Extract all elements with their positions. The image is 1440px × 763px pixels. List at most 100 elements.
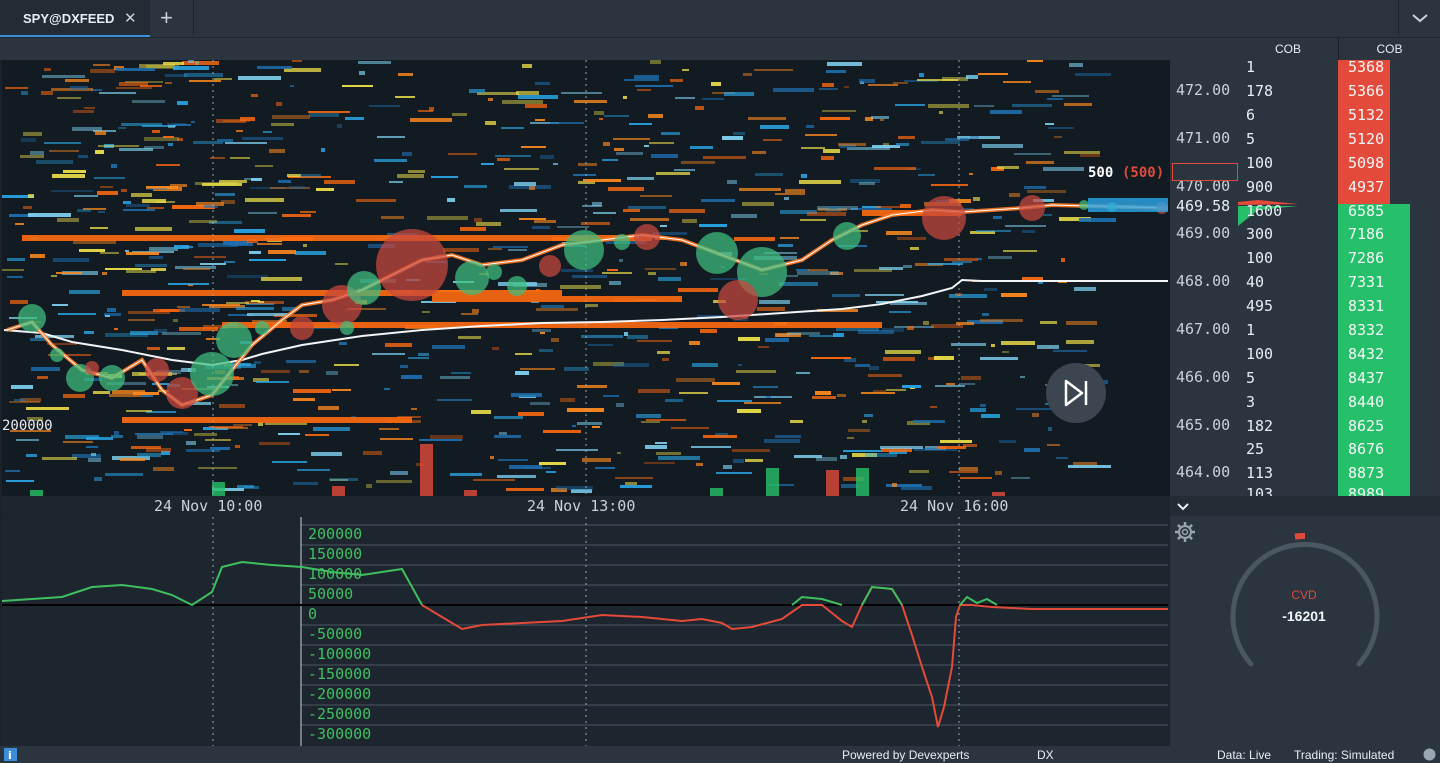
heatmap-cell — [1075, 73, 1111, 76]
heatmap-cell — [2, 269, 24, 271]
order-book[interactable]: COB COB 1 5368 178 5366 6 5132 5 5120 10… — [1238, 38, 1440, 496]
book-qty[interactable]: 1 — [1246, 321, 1255, 339]
heatmap-cell — [864, 414, 873, 417]
heatmap-cell — [946, 383, 955, 385]
heatmap-cell — [636, 414, 661, 418]
heatmap-cell — [384, 388, 390, 390]
heatmap-cell — [1024, 186, 1046, 189]
heatmap-cell — [93, 64, 110, 66]
price-axis[interactable]: 472.00 471.00 470.00 469.00 468.00 467.0… — [1170, 60, 1238, 496]
heatmap-cell — [1012, 104, 1052, 107]
play-to-end-button[interactable] — [1046, 363, 1106, 423]
gear-icon[interactable] — [1174, 521, 1196, 543]
heatmap-cell — [184, 73, 223, 77]
order-price-box[interactable] — [1172, 163, 1238, 181]
add-tab-icon[interactable]: + — [160, 5, 173, 31]
book-qty[interactable]: 25 — [1246, 440, 1264, 458]
heatmap-cell — [98, 211, 105, 213]
book-qty[interactable]: 900 — [1246, 178, 1273, 196]
heatmap-cell — [476, 222, 501, 226]
close-icon[interactable]: ✕ — [124, 9, 137, 27]
heatmap-cell — [966, 75, 978, 79]
heatmap-cell — [940, 440, 972, 443]
book-qty[interactable]: 182 — [1246, 417, 1273, 435]
heatmap-cell — [168, 283, 209, 285]
heatmap-cell — [130, 331, 158, 335]
heatmap-cell — [753, 386, 778, 388]
heatmap-cell — [827, 62, 862, 66]
indicator-label: 150000 — [308, 545, 363, 563]
book-qty[interactable]: 178 — [1246, 82, 1273, 100]
heatmap-cell — [342, 85, 373, 87]
heatmap-cell — [26, 407, 69, 410]
book-qty[interactable]: 100 — [1246, 154, 1273, 172]
heatmap-cell — [583, 179, 621, 182]
cvd-indicator-chart[interactable]: 200000 150000 100000 50000 0 -50000 -100… — [2, 517, 1170, 746]
book-qty[interactable]: 1 — [1246, 58, 1255, 76]
heatmap-cell — [422, 311, 430, 313]
trade-bubble — [18, 304, 46, 332]
book-qty[interactable]: 6 — [1246, 106, 1255, 124]
heatmap-cell — [785, 189, 805, 193]
heatmap-cell — [630, 218, 669, 221]
book-qty[interactable]: 113 — [1246, 464, 1273, 482]
trade-bubble — [340, 321, 354, 335]
heatmap-cell — [10, 300, 28, 304]
book-qty[interactable]: 100 — [1246, 345, 1273, 363]
heatmap-cell — [286, 360, 316, 363]
chevron-down-icon[interactable] — [1176, 500, 1190, 514]
heatmap-cell — [240, 117, 255, 121]
heatmap-cell — [645, 445, 667, 449]
heatmap-cell — [815, 391, 831, 395]
heatmap-cell — [146, 448, 171, 452]
book-qty[interactable]: 40 — [1246, 273, 1264, 291]
chevron-down-icon[interactable] — [1410, 8, 1430, 28]
tab-spy[interactable]: SPY@DXFEED ✕ — [0, 0, 150, 37]
heatmap-cell — [848, 429, 870, 432]
heatmap-cell — [149, 247, 178, 251]
heatmap-cell — [1054, 136, 1062, 138]
cob-value: 6585 — [1348, 202, 1385, 220]
indicator-label: -250000 — [308, 705, 372, 723]
trade-bubble — [190, 352, 234, 396]
trade-bubble — [376, 229, 448, 301]
heatmap-cell — [786, 275, 798, 277]
heatmap-cell — [1079, 218, 1116, 222]
heatmap-cell — [553, 163, 558, 165]
heatmap-cell — [1022, 277, 1043, 280]
heatmap-cell — [73, 110, 94, 113]
trade-bubble — [539, 255, 561, 277]
book-qty[interactable]: 1600 — [1246, 202, 1282, 220]
heatmap-chart[interactable]: 200000 500 (500) — [2, 60, 1170, 496]
tab-bar — [0, 0, 1440, 37]
heatmap-cell — [418, 110, 433, 112]
heatmap-cell — [460, 227, 486, 231]
heatmap-cell — [57, 97, 81, 99]
heatmap-cell — [210, 447, 230, 450]
heatmap-cell — [295, 251, 326, 255]
book-qty[interactable]: 495 — [1246, 297, 1273, 315]
book-qty[interactable]: 3 — [1246, 393, 1255, 411]
heatmap-cell — [896, 143, 909, 146]
heatmap-cell — [843, 450, 882, 452]
book-qty[interactable]: 300 — [1246, 225, 1273, 243]
book-qty[interactable]: 103 — [1246, 485, 1273, 496]
heatmap-cell — [30, 151, 44, 155]
book-qty[interactable]: 5 — [1246, 369, 1255, 387]
heatmap-cell — [675, 97, 695, 99]
heatmap-cell — [748, 117, 786, 120]
info-icon[interactable]: i — [4, 748, 17, 761]
heatmap-cell — [865, 294, 904, 296]
heatmap-cell — [366, 484, 372, 488]
heatmap-cell — [437, 399, 472, 401]
heatmap-cell — [1053, 350, 1087, 352]
heatmap-cell — [183, 268, 210, 270]
heatmap-cell — [198, 467, 237, 469]
heatmap-cell — [464, 185, 487, 188]
heatmap-cell — [1064, 151, 1100, 154]
heatmap-cell — [763, 139, 782, 141]
book-qty[interactable]: 5 — [1246, 130, 1255, 148]
heatmap-cell — [624, 79, 659, 81]
book-qty[interactable]: 100 — [1246, 249, 1273, 267]
heatmap-cell — [980, 319, 1023, 322]
